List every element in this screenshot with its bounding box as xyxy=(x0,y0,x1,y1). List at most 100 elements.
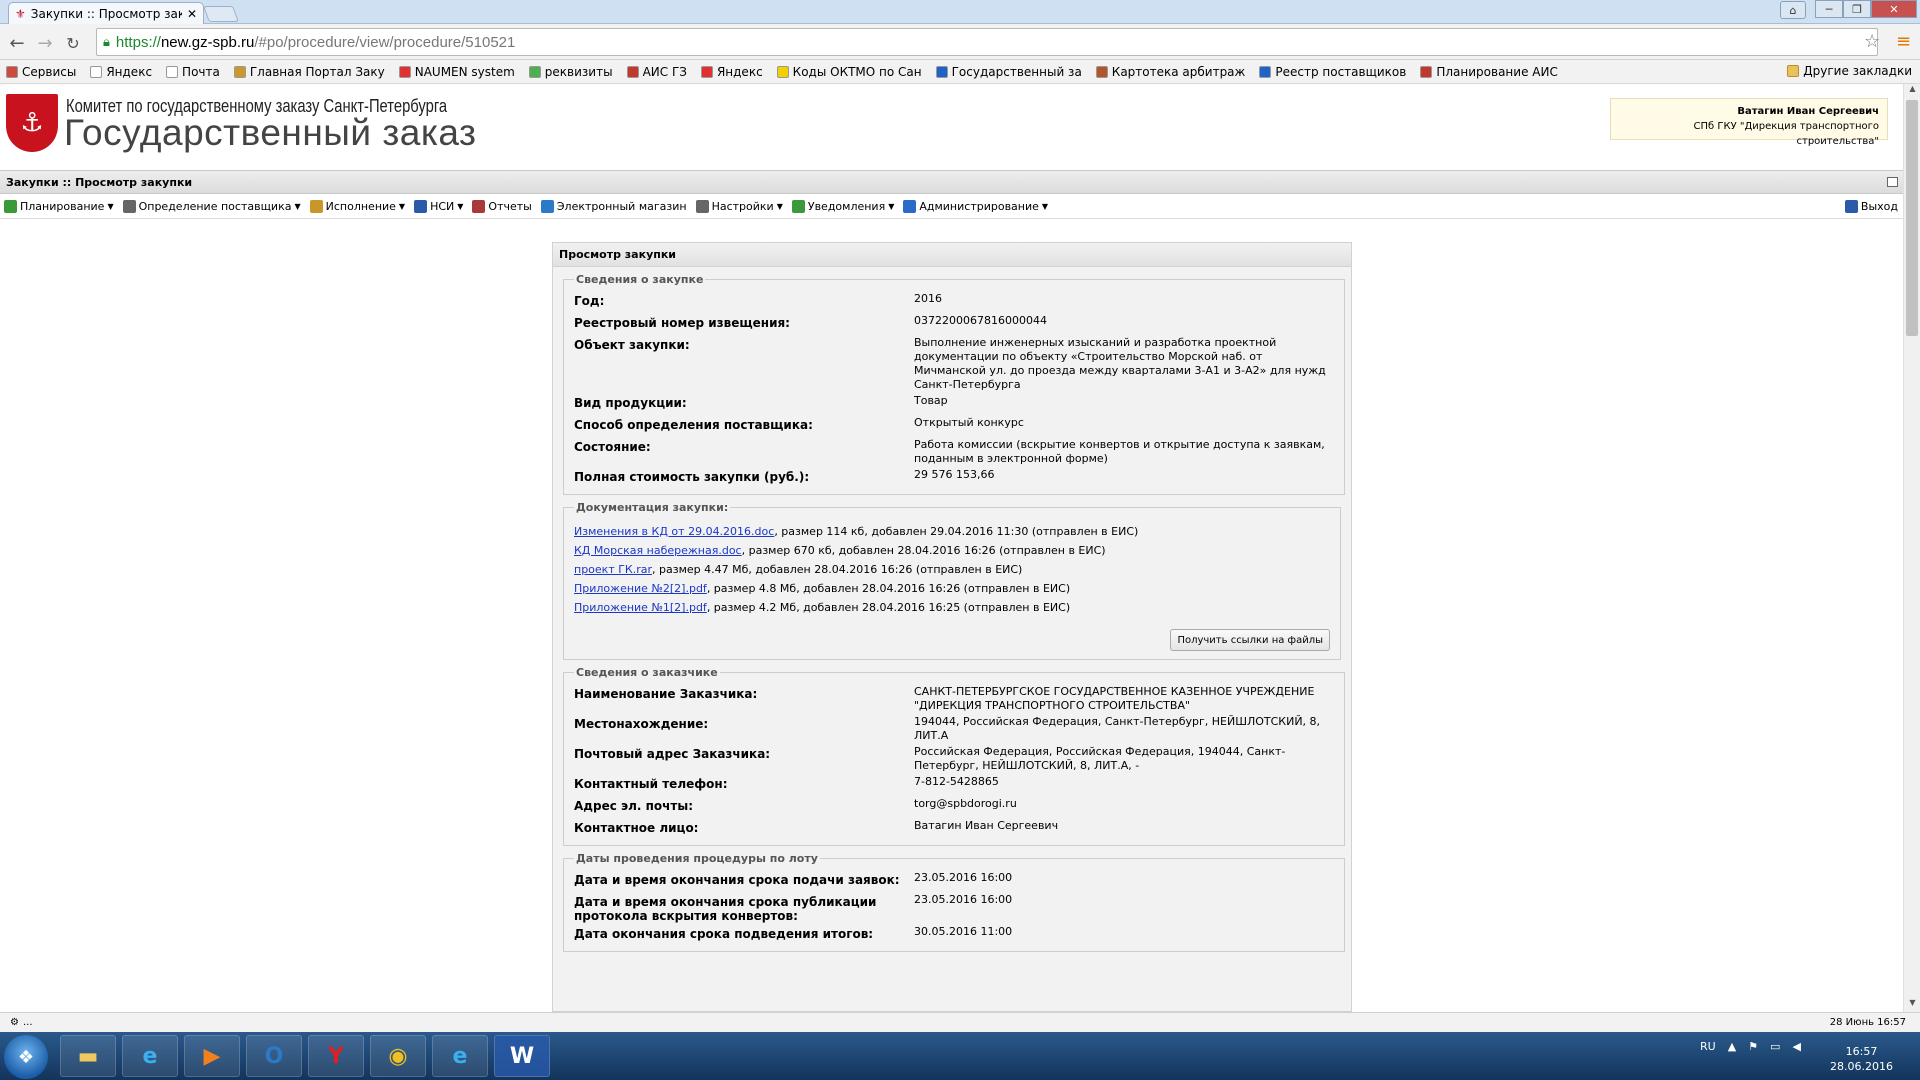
bookmark-item[interactable]: Планирование АИС xyxy=(1420,64,1558,79)
ie-icon[interactable]: e xyxy=(122,1035,178,1077)
flag-icon[interactable]: ⚑ xyxy=(1748,1040,1758,1053)
customer-field-row: Местонахождение: 194044, Российская Федер… xyxy=(574,713,1334,743)
field-value: 30.05.2016 11:00 xyxy=(914,925,1013,938)
menu-item[interactable]: Планирование ▼ xyxy=(4,200,114,213)
address-bar[interactable]: 🔒︎ https://new.gz-spb.ru/#po/procedure/v… xyxy=(96,28,1878,56)
bookmark-item[interactable]: Государственный за xyxy=(935,64,1082,79)
menu-item-label: Отчеты xyxy=(488,200,532,213)
field-value: Работа комиссии (вскрытие конвертов и от… xyxy=(914,438,1325,465)
volume-icon[interactable]: ◀ xyxy=(1792,1040,1800,1053)
reload-icon[interactable]: ↻ xyxy=(62,32,84,54)
bookmark-icon xyxy=(776,65,789,78)
field-label: Состояние: xyxy=(574,440,651,454)
yandex-browser-icon[interactable]: Y xyxy=(308,1035,364,1077)
document-item: проект ГК.rar, размер 4.47 Мб, добавлен … xyxy=(574,560,1330,579)
bookmark-item[interactable]: Почта xyxy=(166,65,220,79)
chrome-icon[interactable]: ◉ xyxy=(370,1035,426,1077)
bookmark-label: Государственный за xyxy=(951,64,1082,79)
network-icon[interactable]: ▭ xyxy=(1770,1040,1780,1053)
purchase-info-section: Сведения о закупке Год: 2016 Реестровый но… xyxy=(563,273,1345,495)
caret-down-icon: ▼ xyxy=(398,202,406,211)
document-link[interactable]: проект ГК.rar xyxy=(574,563,652,576)
menu-item-icon xyxy=(472,200,486,213)
logout-button[interactable]: Выход xyxy=(1844,200,1898,213)
new-tab-button[interactable] xyxy=(203,6,239,22)
bookmark-item[interactable]: Главная Портал Заку xyxy=(233,65,385,79)
bookmark-item[interactable]: Сервисы xyxy=(6,65,76,79)
document-link[interactable]: КД Морская набережная.doc xyxy=(574,544,742,557)
url-scheme: https:// xyxy=(115,33,161,51)
browser-tab[interactable]: ⚜ Закупки :: Просмотр закупки ✕ xyxy=(8,2,204,24)
status-text: ... xyxy=(22,1017,33,1028)
profile-icon[interactable]: ⌂ xyxy=(1780,1,1806,19)
media-player-icon[interactable]: ▶ xyxy=(184,1035,240,1077)
menu-item[interactable]: Отчеты xyxy=(472,200,532,213)
bookmark-item[interactable]: Картотека арбитраж xyxy=(1095,65,1245,79)
bookmark-item[interactable]: реквизиты xyxy=(528,65,613,79)
procurement-view-panel: Просмотр закупки Сведения о закупке Год:… xyxy=(552,242,1352,1012)
forward-arrow-icon[interactable]: → xyxy=(34,32,56,54)
menu-item-label: Электронный магазин xyxy=(556,200,687,213)
menu-item[interactable]: НСИ ▼ xyxy=(414,200,463,213)
customer-field-row: Наименование Заказчика: САНКТ-ПЕТЕРБУРГСК… xyxy=(574,683,1334,713)
maximize-button[interactable]: ❐ xyxy=(1843,0,1871,18)
menu-item-label: Настройки xyxy=(711,200,774,213)
language-indicator[interactable]: RU xyxy=(1700,1040,1716,1053)
menu-icon[interactable]: ≡ xyxy=(1896,31,1911,52)
document-link[interactable]: Изменения в КД от 29.04.2016.doc xyxy=(574,525,774,538)
browser-titlebar xyxy=(0,0,1920,24)
menu-item[interactable]: Администрирование ▼ xyxy=(903,200,1048,213)
bookmark-item[interactable]: Яндекс xyxy=(90,65,152,79)
field-label: Контактный телефон: xyxy=(574,777,728,791)
back-arrow-icon[interactable]: ← xyxy=(6,32,28,54)
bookmark-other-label: Другие закладки xyxy=(1803,64,1912,78)
menu-item[interactable]: Исполнение ▼ xyxy=(309,200,406,213)
bookmark-item[interactable]: NAUMEN system xyxy=(398,65,515,79)
bookmark-item[interactable]: Коды ОКТМО по Сан xyxy=(776,65,922,79)
customer-field-row: Контактное лицо: Ватагин Иван Сергеевич xyxy=(574,817,1334,839)
menu-item-icon xyxy=(540,200,554,213)
bookmark-label: Планирование АИС xyxy=(1436,64,1558,79)
scroll-up-icon[interactable]: ▲ xyxy=(1904,84,1920,98)
menu-item[interactable]: Определение поставщика ▼ xyxy=(122,200,301,213)
field-label: Вид продукции: xyxy=(574,396,687,410)
minimize-button[interactable]: ─ xyxy=(1815,0,1843,18)
scroll-thumb[interactable] xyxy=(1906,100,1918,336)
tab-close-icon[interactable]: ✕ xyxy=(187,7,197,21)
bookmark-icon xyxy=(1259,65,1272,78)
scroll-down-icon[interactable]: ▼ xyxy=(1904,998,1920,1012)
field-label: Наименование Заказчика: xyxy=(574,687,758,701)
folder-icon xyxy=(1787,65,1800,77)
page-scrollbar[interactable]: ▲ ▼ xyxy=(1903,84,1920,1012)
caret-down-icon: ▼ xyxy=(107,202,114,211)
outlook-icon[interactable]: O xyxy=(246,1035,302,1077)
field-value: 23.05.2016 16:00 xyxy=(914,893,1013,906)
menu-item[interactable]: Настройки ▼ xyxy=(695,200,783,213)
document-link[interactable]: Приложение №2[2].pdf xyxy=(574,582,707,595)
bookmark-star-icon[interactable]: ☆ xyxy=(1864,31,1880,52)
get-file-links-button[interactable]: Получить ссылки на файлы xyxy=(1170,629,1330,651)
menu-item[interactable]: Уведомления ▼ xyxy=(791,200,894,213)
start-button[interactable]: ❖ xyxy=(4,1035,48,1079)
logout-label: Выход xyxy=(1860,200,1898,213)
document-link[interactable]: Приложение №1[2].pdf xyxy=(574,601,707,614)
menu-item[interactable]: Электронный магазин xyxy=(540,200,687,213)
bookmark-item[interactable]: Реестр поставщиков xyxy=(1259,65,1406,79)
bookmark-other[interactable]: Другие закладки xyxy=(1787,64,1912,78)
collapse-icon[interactable] xyxy=(1887,177,1898,187)
bookmark-icon xyxy=(626,65,639,78)
close-window-button[interactable]: ✕ xyxy=(1871,0,1917,18)
document-info: , размер 670 кб, добавлен 28.04.2016 16:… xyxy=(741,544,1106,557)
bookmark-item[interactable]: Яндекс xyxy=(700,65,763,79)
status-icon: ⚙ xyxy=(10,1017,19,1028)
site-title: Государственный заказ xyxy=(64,112,477,153)
purchase-field-row: Способ определения поставщика: Открытый к… xyxy=(574,414,1334,436)
tray-expand-icon[interactable]: ▲ xyxy=(1728,1040,1736,1053)
bookmark-item[interactable]: АИС ГЗ xyxy=(626,65,687,79)
clock[interactable]: 16:57 28.06.2016 xyxy=(1830,1044,1893,1074)
document-item: Приложение №1[2].pdf, размер 4.2 Мб, доб… xyxy=(574,598,1330,617)
ie-icon-2[interactable]: e xyxy=(432,1035,488,1077)
word-icon[interactable]: W xyxy=(494,1035,550,1077)
user-info: Ватагин Иван Сергеевич СПб ГКУ "Дирекция… xyxy=(1610,98,1888,147)
explorer-icon[interactable]: ▬ xyxy=(60,1035,116,1077)
